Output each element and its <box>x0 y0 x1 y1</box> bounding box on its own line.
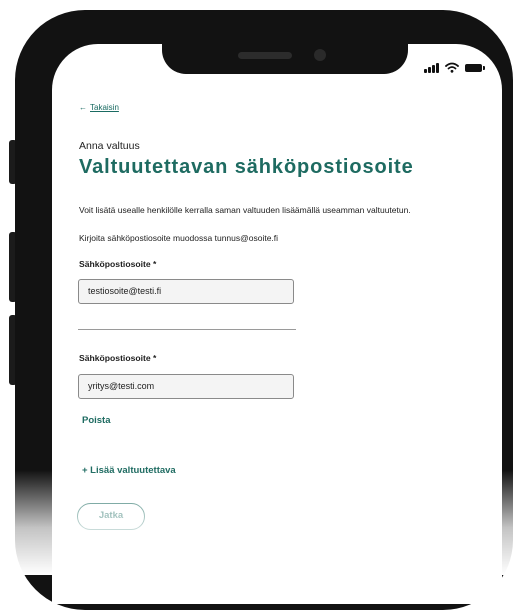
phone-screen: ← Takaisin Anna valtuus Valtuutettavan s… <box>52 44 502 604</box>
section-divider <box>78 329 296 330</box>
email-field-label-1: Sähköpostiosoite * <box>79 259 157 269</box>
remove-email-button[interactable]: Poista <box>82 415 111 426</box>
back-link[interactable]: ← Takaisin <box>79 103 119 112</box>
page-eyebrow: Anna valtuus <box>79 140 140 152</box>
format-hint: Kirjoita sähköpostiosoite muodossa tunnu… <box>79 233 279 243</box>
phone-frame: ← Takaisin Anna valtuus Valtuutettavan s… <box>15 10 513 610</box>
status-bar <box>424 61 485 73</box>
email-input-1[interactable]: testiosoite@testi.fi <box>78 279 294 304</box>
add-authorized-person-button[interactable]: + Lisää valtuutettava <box>82 465 176 476</box>
page-description: Voit lisätä usealle henkilölle kerralla … <box>79 205 411 215</box>
page-title: Valtuutettavan sähköpostiosoite <box>79 156 414 178</box>
email-input-2[interactable]: yritys@testi.com <box>78 374 294 399</box>
back-arrow-icon: ← <box>79 103 87 112</box>
signal-bars-icon <box>424 63 439 73</box>
wifi-icon <box>445 62 459 73</box>
back-link-label: Takaisin <box>90 103 119 112</box>
continue-button[interactable]: Jatka <box>77 503 145 530</box>
battery-icon <box>465 64 485 72</box>
speaker-grille <box>238 52 292 59</box>
email-field-label-2: Sähköpostiosoite * <box>79 353 157 363</box>
front-camera <box>314 49 326 61</box>
phone-notch <box>162 44 408 74</box>
